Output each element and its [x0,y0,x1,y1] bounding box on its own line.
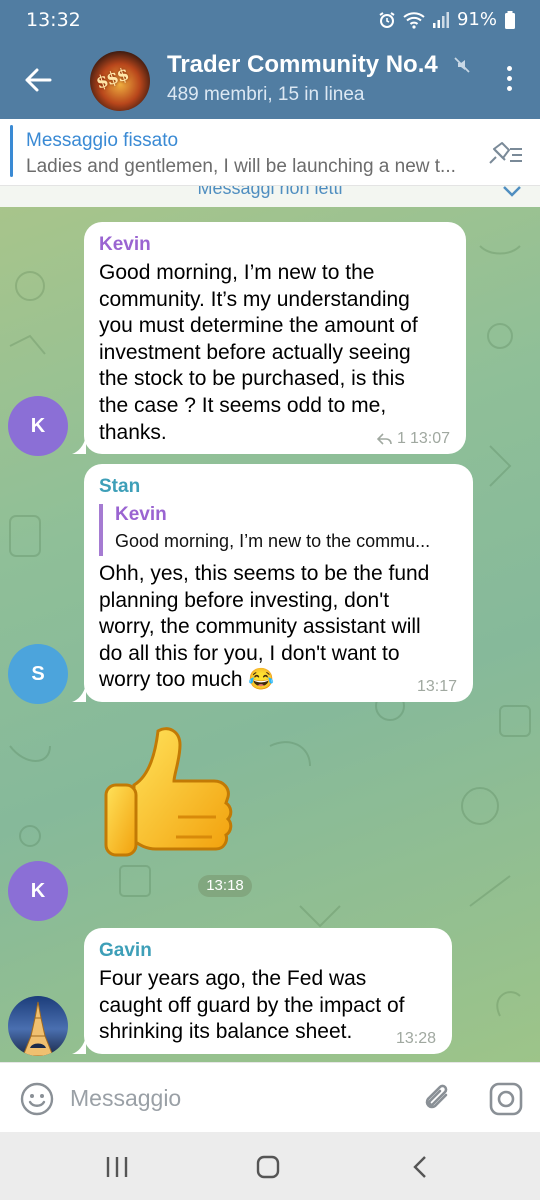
pinned-message-bar[interactable]: Messaggio fissato Ladies and gentlemen, … [0,119,540,186]
message-composer [0,1062,540,1132]
back-arrow-icon[interactable] [20,62,56,98]
message-line: do all this for you, I don't want to [99,641,400,665]
muted-icon [454,57,470,73]
message-line: community. It’s my understanding [99,287,410,311]
avatar-stan[interactable]: S [8,644,68,704]
pinned-title: Messaggio fissato [26,130,179,151]
recent-apps-icon[interactable] [100,1154,134,1180]
message-line: Ohh, yes, this seems to be the fund [99,562,430,585]
message-bubble-stan[interactable]: Stan Kevin Good morning, I’m new to the … [84,464,473,702]
message-line: the case ? It seems odd to me, [99,394,387,417]
pinned-list-icon[interactable] [486,139,524,167]
message-line: worry, the community assistant will [99,615,421,639]
avatar-kevin[interactable]: K [8,861,68,921]
alarm-icon [379,11,395,28]
quote-text: Good morning, I’m new to the commu... [115,531,431,551]
message-bubble-gavin[interactable]: Gavin Four years ago, the Fed was caught… [84,928,452,1054]
sender-name: Kevin [99,234,151,255]
message-line: caught off guard by the impact of [99,993,405,1017]
message-meta: 13:17 [417,678,457,696]
pinned-text: Ladies and gentlemen, I will be launchin… [26,156,456,177]
message-line: you must determine the amount of [99,314,418,338]
message-meta: 1 13:07 [377,430,450,448]
message-meta: 13:28 [396,1030,436,1048]
message-line: shrinking its balance sheet. [99,1020,353,1044]
signal-icon [432,11,449,28]
unread-separator: Messaggi non letti [0,186,540,207]
message-line: the stock to be purchased, is this [99,367,405,391]
message-bubble-kevin[interactable]: Kevin Good morning, I’m new to the commu… [84,222,466,454]
camera-icon[interactable] [488,1081,524,1117]
sender-name: Stan [99,476,141,497]
app-bar: 13:32 91% $$$ Trader Community No.4 489 … [0,0,540,119]
sender-name: Gavin [99,940,152,961]
reply-quote[interactable]: Kevin Good morning, I’m new to the commu… [99,504,474,556]
pinned-indicator [10,125,13,177]
avatar-kevin[interactable]: K [8,396,68,456]
group-avatar-logo: $$$ [93,64,131,94]
message-line: thanks. [99,420,167,444]
message-time: 13:28 [395,1030,436,1047]
message-line: Good morning, I’m new to the [99,261,375,284]
sticker-time: 13:18 [198,875,252,897]
avatar-gavin[interactable] [8,996,68,1056]
reply-count[interactable]: 1 [397,430,406,448]
message-time: 13:17 [416,678,457,695]
battery-percent: 91% [456,9,497,30]
message-time: 13:07 [409,430,450,447]
reply-icon [377,433,392,445]
message-line: Four years ago, the Fed was [99,967,367,990]
status-time: 13:32 [26,9,81,31]
quote-sender: Kevin [115,504,167,525]
nav-back-icon[interactable] [408,1154,432,1180]
paperclip-icon[interactable] [420,1081,456,1117]
system-nav-bar [0,1132,540,1200]
status-bar: 13:32 91% [0,0,540,40]
chat-area[interactable]: Messaggi non letti K Kevin Good morning,… [0,186,540,1062]
status-icons: 91% [378,9,516,30]
message-input[interactable] [70,1077,400,1119]
wifi-icon [403,11,425,29]
chat-subtitle: 489 membri, 15 in linea [167,84,365,105]
group-avatar[interactable]: $$$ [90,51,150,111]
eiffel-tower-icon [22,1001,54,1056]
emoji-icon[interactable] [20,1082,54,1116]
message-line: investment before actually seeing [99,340,411,364]
home-icon[interactable] [255,1154,281,1180]
thumbs-up-sticker[interactable] [96,723,246,873]
more-menu-icon[interactable] [504,66,514,94]
unread-label: Messaggi non letti [197,186,343,198]
message-line: planning before investing, don't [99,588,390,612]
message-line: worry too much 😂 [99,668,275,692]
battery-icon [505,10,515,29]
chevron-down-icon[interactable] [502,186,522,198]
chat-title[interactable]: Trader Community No.4 [167,51,438,79]
